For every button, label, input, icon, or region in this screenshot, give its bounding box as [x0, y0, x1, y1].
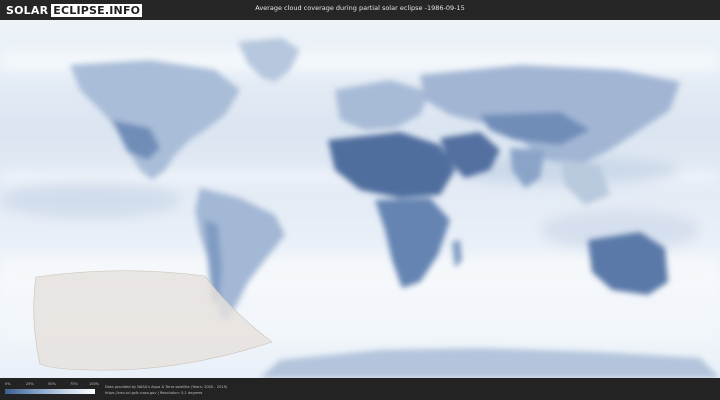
legend-tick-100: 100%: [89, 382, 100, 386]
legend-tick-25: 25%: [26, 382, 34, 386]
legend-tick-50: 50%: [48, 382, 56, 386]
data-credits: Data provided by NASA's Aqua & Terra sat…: [105, 384, 227, 396]
legend-ticks: 0% 25% 50% 75% 100%: [5, 382, 99, 388]
header-bar: SOLAR ECLIPSE.INFO Average cloud coverag…: [0, 0, 720, 20]
cloud-coverage-map: [0, 20, 720, 378]
legend-tick-0: 0%: [5, 382, 11, 386]
credits-line-2: https://neo.sci.gsfc.nasa.gov | Resoluti…: [105, 391, 203, 395]
map-title: Average cloud coverage during partial so…: [255, 4, 465, 12]
app-frame: SOLAR ECLIPSE.INFO Average cloud coverag…: [0, 0, 720, 400]
legend-tick-75: 75%: [70, 382, 78, 386]
legend-colorbar: [5, 389, 95, 394]
